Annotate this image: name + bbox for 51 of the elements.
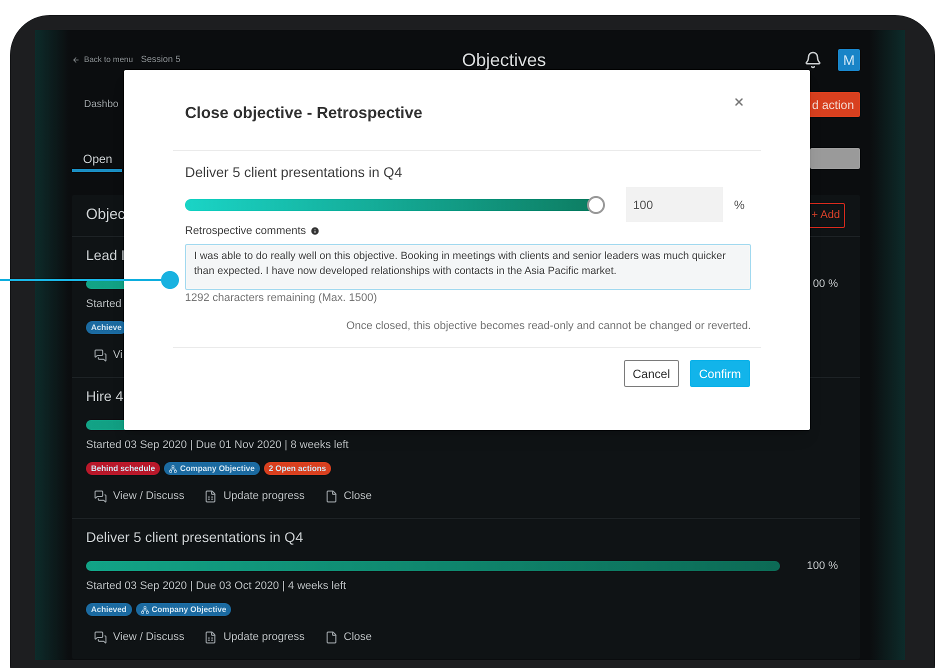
tag-label: Company Objective	[180, 463, 255, 475]
back-link[interactable]: Back to menu	[72, 54, 133, 66]
nav-item[interactable]: Dashbo	[84, 97, 118, 112]
file-icon	[324, 630, 338, 644]
progress-slider[interactable]	[185, 196, 605, 214]
hierarchy-icon	[169, 464, 178, 472]
input-field[interactable]	[810, 148, 860, 169]
objective-dates: Started 03 Sep 2020 | Due 03 Oct 2020 | 4 weeks left	[86, 579, 346, 594]
objective-title: Deliver 5 client presentations in Q4	[86, 528, 304, 547]
page-title: Objectives	[462, 48, 546, 72]
objective-name: Deliver 5 client presentations in Q4	[185, 163, 402, 181]
character-count: 1292 characters remaining (Max. 1500)	[185, 291, 377, 305]
file-icon	[324, 490, 338, 502]
action-link[interactable]: View / Discuss	[94, 488, 184, 504]
sheet-icon	[204, 490, 218, 502]
action-link[interactable]: Update progress	[204, 628, 305, 646]
cancel-button[interactable]: Cancel	[624, 360, 679, 387]
tag-label: Behind schedule	[91, 463, 156, 475]
unit-label: %	[734, 196, 745, 214]
dialog-title: Close objective - Retrospective	[185, 104, 422, 124]
chat-icon	[94, 348, 107, 362]
tag-label: Achieve	[91, 322, 122, 334]
slider-thumb[interactable]	[587, 196, 605, 214]
arrow-left-icon	[72, 56, 80, 64]
objective-title: Lead I	[86, 246, 125, 265]
bell-icon[interactable]	[804, 51, 822, 69]
progress-percent: 100 %	[806, 558, 838, 574]
close-icon[interactable]	[733, 96, 745, 108]
tag-label: 2 Open actions	[268, 463, 326, 475]
tag-label: Achieved	[91, 604, 127, 616]
field-label: Retrospective comments	[185, 224, 306, 239]
objective-dates: Started	[86, 297, 122, 312]
session-label: Session 5	[140, 53, 180, 66]
objective-dates: Started 03 Sep 2020 | Due 01 Nov 2020 | 8 weeks left	[86, 438, 349, 453]
comments-field[interactable]: I was able to do really well on this objective. Booking in meetings with clients and senior leaders was much quicker than expected. I have now developed relationships with contacts in the Asia Pacific market.	[185, 244, 751, 290]
action-link[interactable]: Close	[324, 628, 372, 646]
percent-field[interactable]: 100	[626, 187, 723, 222]
chat-icon	[94, 630, 107, 644]
action-link[interactable]: Vi	[94, 346, 123, 364]
action-link[interactable]: View / Discuss	[94, 628, 184, 646]
warning-note: Once closed, this objective becomes read-only and cannot be changed or reverted.	[346, 319, 751, 333]
hierarchy-icon	[140, 606, 149, 614]
info-icon	[310, 226, 320, 236]
tag-label: Company Objective	[152, 604, 226, 616]
action-link[interactable]: Update progress	[204, 488, 305, 504]
chat-icon	[94, 490, 107, 502]
progress-percent: 00 %	[812, 276, 838, 292]
sheet-icon	[204, 630, 218, 644]
card-title: Objec	[86, 205, 126, 226]
objective-title: Hire 4	[86, 387, 124, 406]
action-link[interactable]: Close	[324, 488, 372, 504]
